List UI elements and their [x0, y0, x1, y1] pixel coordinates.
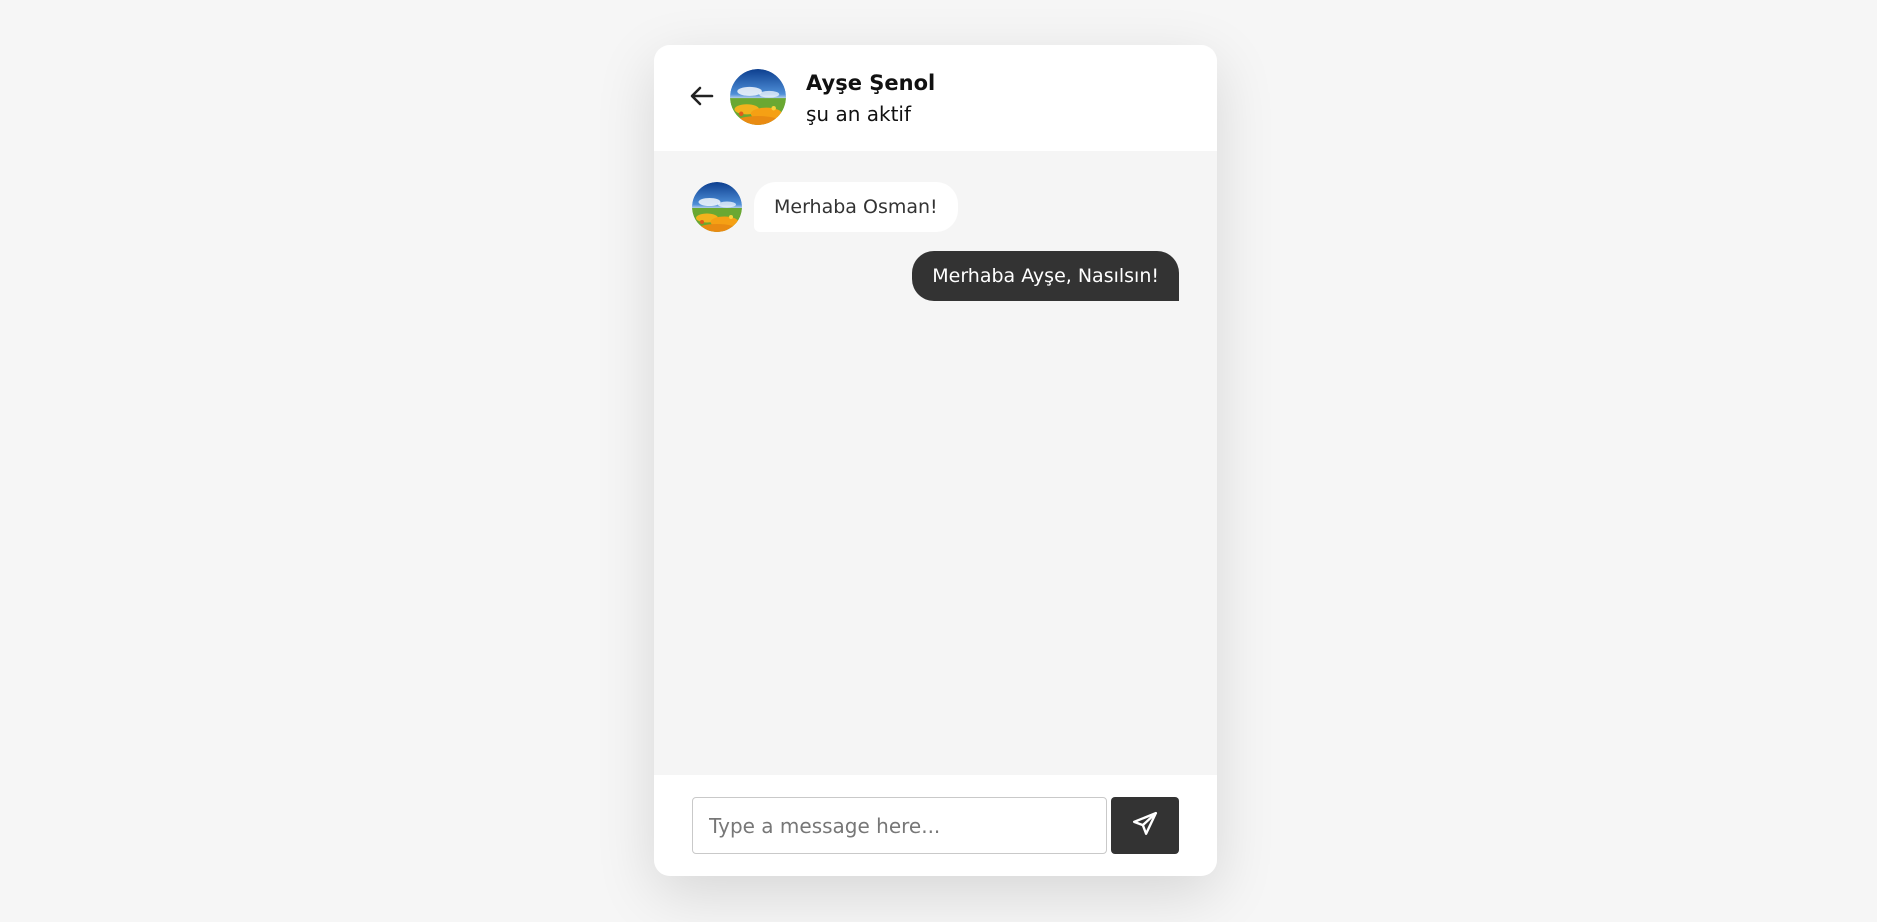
outgoing-message: Merhaba Ayşe, Nasılsın! [912, 251, 1179, 301]
sender-avatar [692, 182, 742, 232]
contact-status: şu an aktif [806, 102, 912, 126]
contact-name: Ayşe Şenol [806, 71, 936, 95]
back-button[interactable] [687, 83, 717, 113]
message-input[interactable] [692, 797, 1107, 854]
contact-avatar [730, 69, 786, 125]
incoming-message: Merhaba Osman! [754, 182, 958, 232]
paper-plane-icon [1132, 811, 1158, 841]
message-composer [654, 775, 1217, 876]
arrow-left-icon [690, 86, 714, 110]
chat-window: Ayşe Şenol şu an aktif Merhaba Osman! Me [654, 45, 1217, 876]
chat-header: Ayşe Şenol şu an aktif [654, 45, 1217, 151]
send-button[interactable] [1111, 797, 1179, 854]
